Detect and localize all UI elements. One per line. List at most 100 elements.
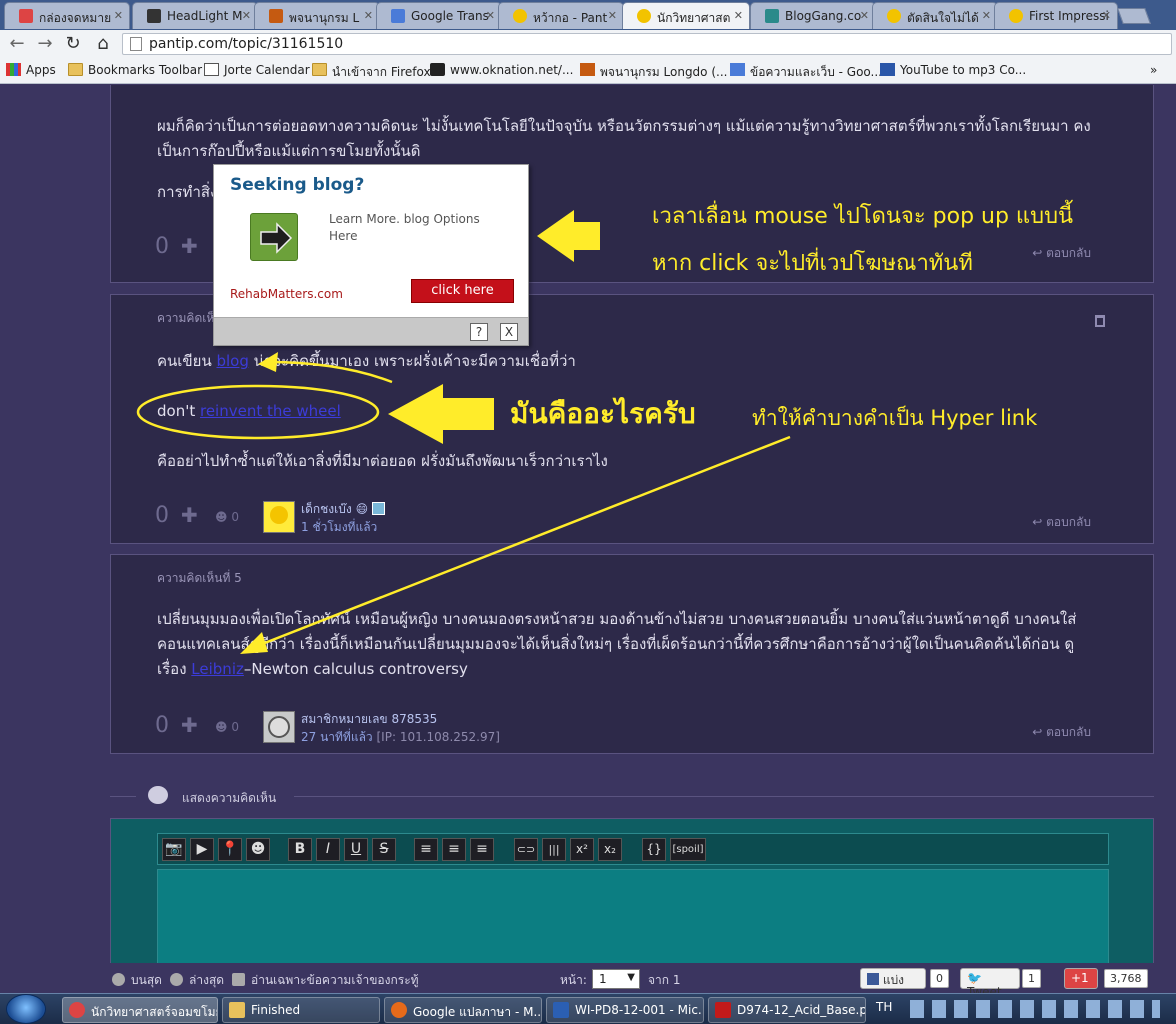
reply-label: ตอบกลับ xyxy=(1046,725,1091,739)
facebook-share-button[interactable]: แบ่งปัน xyxy=(860,968,926,1006)
hyperlink-reinvent[interactable]: reinvent the wheel xyxy=(200,402,341,420)
underline-button[interactable]: U xyxy=(344,838,368,861)
page-bottom-bar: บนสุด ล่างสุด อ่านเฉพาะข้อความเจ้าของกระ… xyxy=(0,963,1176,1006)
hyperlink-blog[interactable]: blog xyxy=(216,352,248,370)
browser-tab-active[interactable]: นักวิทยาศาสต ✕ xyxy=(622,2,750,29)
video-icon[interactable]: ▶ xyxy=(190,838,214,861)
tweet-button[interactable]: 🐦Tweet xyxy=(960,968,1020,999)
username[interactable]: เด็กชงเบ๊ง 😄 xyxy=(301,500,385,519)
spoiler-button[interactable]: [spoil] xyxy=(670,838,706,861)
code-block-button[interactable]: {} xyxy=(642,838,666,861)
tab-close-icon[interactable]: ✕ xyxy=(734,9,743,22)
bold-button[interactable]: B xyxy=(288,838,312,861)
arrow-right-icon[interactable] xyxy=(250,213,298,261)
emotion-button[interactable]: ☻ 0 xyxy=(215,720,239,734)
popup-ad[interactable]: Seeking blog? Learn More. blog Options H… xyxy=(213,164,529,346)
ad-help-button[interactable]: ? xyxy=(470,323,488,341)
page-select[interactable]: 1 ▼ xyxy=(592,969,640,989)
taskbar-item[interactable]: D974-12_Acid_Base.p... xyxy=(708,997,866,1023)
owner-only-button[interactable]: อ่านเฉพาะข้อความเจ้าของกระทู้ xyxy=(232,971,419,990)
home-icon[interactable]: ⌂ xyxy=(92,33,114,55)
tab-close-icon[interactable]: ✕ xyxy=(860,9,869,22)
ad-title[interactable]: Seeking blog? xyxy=(230,175,364,195)
code-bars-icon[interactable]: ||| xyxy=(542,838,566,861)
align-center-icon[interactable]: ≡ xyxy=(442,838,466,861)
up-arrow-icon xyxy=(112,973,125,986)
superscript-button[interactable]: x² xyxy=(570,838,594,861)
plus-vote-button[interactable]: ✚ xyxy=(181,713,198,737)
bookmark-folder[interactable]: นำเข้าจาก Firefox xyxy=(312,63,431,82)
link-icon[interactable]: ⊂⊃ xyxy=(514,838,538,861)
bookmark-apps[interactable]: Apps xyxy=(6,63,56,77)
tab-close-icon[interactable]: ✕ xyxy=(486,9,495,22)
browser-tab[interactable]: First Impressi ✕ xyxy=(994,2,1118,29)
browser-tab[interactable]: กล่องจดหมาย ✕ xyxy=(4,2,130,29)
browser-tab[interactable]: หว้ากอ - Pant ✕ xyxy=(498,2,624,29)
avatar[interactable] xyxy=(263,501,295,533)
apps-grid-icon xyxy=(6,63,21,76)
emotion-button[interactable]: ☻ 0 xyxy=(215,510,239,524)
bookmarks-overflow-icon[interactable]: » xyxy=(1150,63,1157,77)
taskbar-item[interactable]: นักวิทยาศาสตร์จอมขโมย... xyxy=(62,997,218,1023)
delete-icon[interactable] xyxy=(1095,315,1105,327)
browser-tab[interactable]: พจนานุกรม L ✕ xyxy=(254,2,380,29)
google-plus-button[interactable]: +1 xyxy=(1064,968,1098,989)
forward-icon[interactable]: → xyxy=(34,33,56,55)
bookmark-folder[interactable]: Bookmarks Toolbar xyxy=(68,63,202,77)
username[interactable]: สมาชิกหมายเลข 878535 xyxy=(301,710,437,729)
ad-click-here-button[interactable]: click here xyxy=(411,279,514,303)
taskbar-item[interactable]: Finished xyxy=(222,997,380,1023)
plus-vote-button[interactable]: ✚ xyxy=(181,234,198,258)
emoticon-icon[interactable]: ☻ xyxy=(246,838,270,861)
taskbar-item[interactable]: Google แปลภาษา - M... xyxy=(384,997,542,1023)
tab-label: HeadLight M xyxy=(167,9,243,23)
language-indicator[interactable]: TH xyxy=(876,1000,892,1014)
strikethrough-button[interactable]: S xyxy=(372,838,396,861)
taskbar-label: Finished xyxy=(251,1003,301,1017)
hyperlink-leibniz[interactable]: Leibniz xyxy=(191,660,244,678)
comment-textarea[interactable] xyxy=(157,869,1109,963)
pantip-icon xyxy=(513,9,527,23)
map-pin-icon[interactable]: 📍 xyxy=(218,838,242,861)
address-bar[interactable]: pantip.com/topic/31161510 xyxy=(122,33,1172,55)
scroll-top-button[interactable]: บนสุด xyxy=(112,971,162,990)
back-icon[interactable]: ← xyxy=(6,33,28,55)
ad-close-button[interactable]: X xyxy=(500,323,518,341)
browser-tab[interactable]: HeadLight M ✕ xyxy=(132,2,258,29)
new-tab-button[interactable] xyxy=(1117,8,1151,24)
taskbar-item[interactable]: WI-PD8-12-001 - Mic... xyxy=(546,997,704,1023)
bookmark-item[interactable]: ข้อความและเว็บ - Goo... xyxy=(730,63,882,82)
comment-number: ความคิดเห็นที่ 5 xyxy=(157,571,242,585)
align-right-icon[interactable]: ≡ xyxy=(470,838,494,861)
plus-vote-button[interactable]: ✚ xyxy=(181,503,198,527)
tab-close-icon[interactable]: ✕ xyxy=(114,9,123,22)
reload-icon[interactable]: ↻ xyxy=(62,33,84,55)
bookmark-item[interactable]: พจนานุกรม Longdo (... xyxy=(580,63,727,82)
tab-close-icon[interactable]: ✕ xyxy=(1102,9,1111,22)
ad-site[interactable]: RehabMatters.com xyxy=(230,287,343,301)
tab-close-icon[interactable]: ✕ xyxy=(608,9,617,22)
browser-tab[interactable]: Google Trans ✕ xyxy=(376,2,502,29)
ad-text[interactable]: Learn More. blog Options Here xyxy=(329,211,499,245)
browser-tab[interactable]: BlogGang.co ✕ xyxy=(750,2,876,29)
tab-close-icon[interactable]: ✕ xyxy=(364,9,373,22)
browser-tab[interactable]: ตัดสินใจไม่ได้ ✕ xyxy=(872,2,998,29)
scroll-bottom-button[interactable]: ล่างสุด xyxy=(170,971,224,990)
bookmark-item[interactable]: www.oknation.net/... xyxy=(430,63,573,77)
avatar[interactable] xyxy=(263,711,295,743)
bookmark-item[interactable]: YouTube to mp3 Co... xyxy=(880,63,1026,77)
bookmark-item[interactable]: Jorte Calendar xyxy=(204,63,310,77)
system-tray-icons[interactable] xyxy=(910,1000,1160,1018)
tab-close-icon[interactable]: ✕ xyxy=(242,9,251,22)
comment-line: คอนแทคเลนส์ดูดีกว่า เรื่องนี้ก็เหมือนกัน… xyxy=(157,635,1075,653)
reply-button[interactable]: ↩ ตอบกลับ xyxy=(1032,513,1091,532)
tab-close-icon[interactable]: ✕ xyxy=(982,9,991,22)
windows-start-button[interactable] xyxy=(6,994,46,1024)
align-left-icon[interactable]: ≡ xyxy=(414,838,438,861)
camera-icon[interactable]: 📷 xyxy=(162,838,186,861)
subscript-button[interactable]: x₂ xyxy=(598,838,622,861)
italic-button[interactable]: I xyxy=(316,838,340,861)
reply-button[interactable]: ↩ ตอบกลับ xyxy=(1032,244,1091,263)
reply-button[interactable]: ↩ ตอบกลับ xyxy=(1032,723,1091,742)
divider xyxy=(294,796,1154,797)
